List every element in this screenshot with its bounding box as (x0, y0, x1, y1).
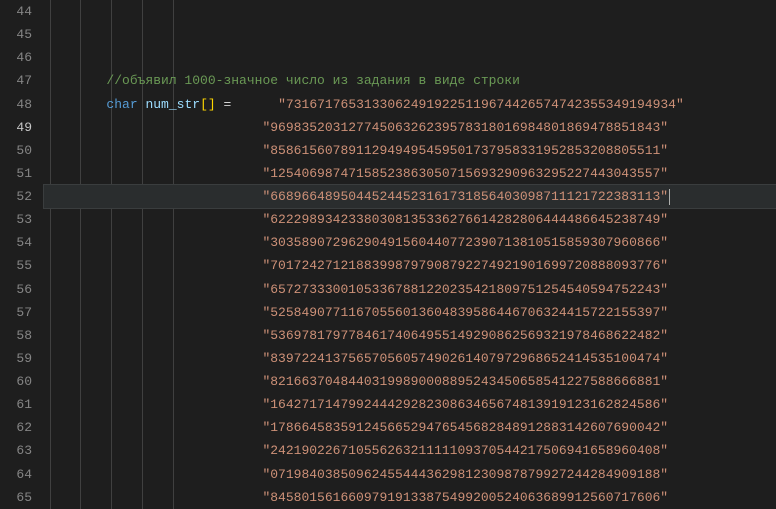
string-literal: "731671765313306249192251196744265747423… (278, 97, 684, 112)
text-cursor (669, 189, 670, 205)
code-line[interactable]: "845801561660979191338754992005240636899… (44, 486, 776, 509)
code-editor[interactable]: 4445464748495051525354555657585960616263… (0, 0, 776, 509)
line-number: 56 (0, 278, 32, 301)
code-line[interactable]: "178664583591245665294765456828489128831… (44, 416, 776, 439)
string-literal: "071984038509624554443629812309878799272… (262, 467, 668, 482)
line-number: 57 (0, 301, 32, 324)
code-line[interactable]: "858615607891129494954595017379583319528… (44, 139, 776, 162)
line-number: 58 (0, 324, 32, 347)
string-literal: "858615607891129494954595017379583319528… (262, 143, 668, 158)
string-literal: "969835203127745063262395783180169848018… (262, 120, 668, 135)
code-area[interactable]: ⌄ //объявил 1000-значное число из задани… (38, 0, 776, 509)
code-line[interactable]: char num_str[] = "7316717653133062491922… (44, 93, 776, 116)
line-number: 48 (0, 93, 32, 116)
line-number: 61 (0, 393, 32, 416)
string-literal: "622298934233803081353362766142828064444… (262, 212, 668, 227)
line-number: 65 (0, 486, 32, 509)
line-number: 51 (0, 162, 32, 185)
line-number: 60 (0, 370, 32, 393)
line-number: 50 (0, 139, 32, 162)
line-number: 59 (0, 347, 32, 370)
string-literal: "164271714799244429282308634656748139191… (262, 397, 668, 412)
string-literal: "303589072962904915604407723907138105158… (262, 235, 668, 250)
line-number: 46 (0, 46, 32, 69)
fold-marker-icon[interactable]: ⌄ (23, 0, 32, 1)
code-line[interactable]: "525849077116705560136048395864467063244… (44, 301, 776, 324)
string-literal: "125406987471585238630507156932909632952… (262, 166, 668, 181)
code-line[interactable]: "164271714799244429282308634656748139191… (44, 393, 776, 416)
string-literal: "701724271218839987979087922749219016997… (262, 258, 668, 273)
string-literal: "536978179778461740649551492908625693219… (262, 328, 668, 343)
line-number: 55 (0, 254, 32, 277)
string-literal: "839722413756570560574902614079729686524… (262, 351, 668, 366)
string-literal: "178664583591245665294765456828489128831… (262, 420, 668, 435)
string-literal: "821663704844031998900088952434506585412… (262, 374, 668, 389)
keyword-char: char (106, 97, 137, 112)
code-line[interactable]: "969835203127745063262395783180169848018… (44, 116, 776, 139)
line-number: 49 (0, 116, 32, 139)
line-number: 62 (0, 416, 32, 439)
line-number: 47 (0, 69, 32, 92)
code-line[interactable]: "839722413756570560574902614079729686524… (44, 347, 776, 370)
code-line[interactable]: "242190226710556263211111093705442175069… (44, 439, 776, 462)
code-line[interactable]: "071984038509624554443629812309878799272… (44, 463, 776, 486)
comment: //объявил 1000-значное число из задания … (106, 73, 519, 88)
line-number: 54 (0, 231, 32, 254)
code-line[interactable]: "536978179778461740649551492908625693219… (44, 324, 776, 347)
string-literal: "242190226710556263211111093705442175069… (262, 443, 668, 458)
bracket: [] (200, 97, 216, 112)
code-line[interactable]: //объявил 1000-значное число из задания … (44, 69, 776, 92)
line-number-gutter: 4445464748495051525354555657585960616263… (0, 0, 38, 509)
line-number: 45 (0, 23, 32, 46)
string-literal: "845801561660979191338754992005240636899… (262, 490, 668, 505)
string-literal: "657273330010533678812202354218097512545… (262, 282, 668, 297)
string-literal: "525849077116705560136048395864467063244… (262, 305, 668, 320)
operator-eq: = (223, 97, 231, 112)
code-line[interactable]: "303589072962904915604407723907138105158… (44, 231, 776, 254)
code-line[interactable]: "125406987471585238630507156932909632952… (44, 162, 776, 185)
code-line[interactable]: "668966489504452445231617318564030987111… (44, 185, 776, 208)
code-line[interactable]: "701724271218839987979087922749219016997… (44, 254, 776, 277)
identifier-num_str: num_str (145, 97, 200, 112)
code-line[interactable]: "821663704844031998900088952434506585412… (44, 370, 776, 393)
line-number: 44 (0, 0, 32, 23)
line-number: 53 (0, 208, 32, 231)
line-number: 63 (0, 439, 32, 462)
line-number: 64 (0, 463, 32, 486)
line-number: 52 (0, 185, 32, 208)
code-line[interactable]: "622298934233803081353362766142828064444… (44, 208, 776, 231)
code-line[interactable]: "657273330010533678812202354218097512545… (44, 278, 776, 301)
string-literal: "668966489504452445231617318564030987111… (262, 189, 668, 204)
